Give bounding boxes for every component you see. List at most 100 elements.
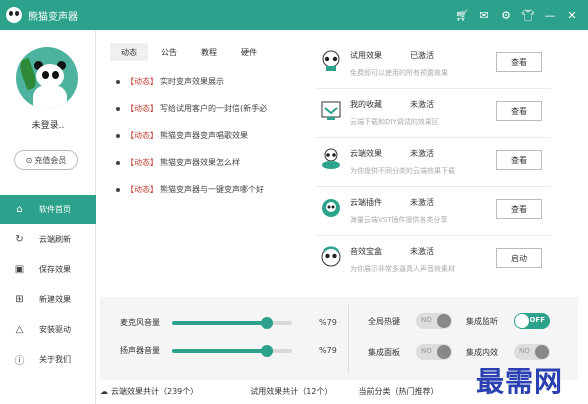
status-bar: ☁ 云端效果共计（239个） 试用效果共计（12个） 当前分类（热门推荐） xyxy=(100,386,464,397)
tab-news[interactable]: 动态 xyxy=(110,43,148,61)
app-title: 熊猫变声器 xyxy=(28,11,78,23)
panda-icon xyxy=(322,50,340,71)
global-hotkey-toggle[interactable]: NO xyxy=(416,313,452,329)
minimize-icon[interactable]: — xyxy=(540,5,560,25)
shop-icon[interactable]: 🛒︎ xyxy=(452,5,472,25)
view-cloud-plugins-button[interactable]: 查看 xyxy=(496,199,542,219)
sidebar-item-about[interactable]: ⓘ 关于我们 xyxy=(0,345,96,374)
view-cloud-effects-button[interactable]: 查看 xyxy=(496,150,542,170)
slider-knob[interactable] xyxy=(260,344,273,357)
watermark-logo: 最需网 xyxy=(476,365,564,398)
list-item[interactable]: 【动态】 实时变声效果展示 xyxy=(116,68,296,95)
sidebar-item-label: 新建效果 xyxy=(39,295,71,304)
mic-volume-slider[interactable] xyxy=(172,316,292,329)
feature-desc: 免费即可以使用的所有预置效果 xyxy=(350,69,448,77)
feature-name: 试用效果 xyxy=(350,51,382,60)
monitor-toggle-row: 集成监听 OFF xyxy=(466,313,550,329)
toggle-label: 集成监听 xyxy=(466,316,498,326)
feature-row-cloud-effects: 云端效果 未激活 为你提供不同分类的云端效果下载 查看 xyxy=(315,138,551,187)
news-text: 实时变声效果展示 xyxy=(160,77,224,86)
news-tag: 【动态】 xyxy=(126,131,158,140)
toggle-label: 集成面板 xyxy=(368,347,400,357)
current-category: 当前分类（热门推荐） xyxy=(358,387,439,396)
speaker-volume-slider[interactable] xyxy=(172,344,292,357)
speaker-volume-label: 扬声器音量 xyxy=(120,346,160,355)
sidebar-item-save-effect[interactable]: ▣ 保存效果 xyxy=(0,255,96,284)
list-item[interactable]: 【动态】 熊猫变声器效果怎么样 xyxy=(116,149,296,176)
tab-announcements[interactable]: 公告 xyxy=(150,43,188,61)
toggle-state: OFF xyxy=(529,316,545,324)
toggle-label: 全局热键 xyxy=(368,316,400,326)
vip-button[interactable]: ⊙ 充值会员 xyxy=(14,150,78,170)
panda-head xyxy=(36,64,64,88)
trial-effect-count: 试用效果共计（12个） xyxy=(250,387,333,396)
feedback-icon[interactable]: ✉︎ xyxy=(474,5,494,25)
feature-name: 云端效果 xyxy=(350,149,382,158)
feature-row-cloud-plugins: 云端插件 未激活 海量云端VST插件提供各类分享 查看 xyxy=(315,187,551,236)
mic-volume-row: 麦克风音量 %79 xyxy=(120,316,337,329)
feature-status: 已激活 xyxy=(410,51,434,60)
skin-icon[interactable]: 👕︎ xyxy=(518,5,538,25)
list-item[interactable]: 【动态】 写给试用客户的一封信(新手必 xyxy=(116,95,296,122)
list-item[interactable]: 【动态】 熊猫变声器与一键变声哪个好 xyxy=(116,176,296,203)
news-text: 熊猫变声器效果怎么样 xyxy=(160,158,240,167)
cloud-effect-count: ☁ 云端效果共计（239个） xyxy=(100,386,224,397)
toggle-knob xyxy=(535,345,549,359)
feature-status: 未激活 xyxy=(410,149,434,158)
launch-soundbox-button[interactable]: 启动 xyxy=(496,248,542,268)
news-text: 熊猫变声器变声唱歌效果 xyxy=(160,131,248,140)
news-text: 熊猫变声器与一键变声哪个好 xyxy=(160,185,264,194)
cloud-small-icon: ☁ xyxy=(100,387,108,396)
sidebar-item-home[interactable]: ⌂ 软件首页 xyxy=(0,195,96,224)
feature-name: 我的收藏 xyxy=(350,100,382,109)
panel-toggle-row: 集成面板 NO xyxy=(368,344,452,360)
integrated-panel-toggle[interactable]: NO xyxy=(416,344,452,360)
toggle-state: NO xyxy=(421,316,432,324)
tab-tutorials[interactable]: 教程 xyxy=(190,43,228,61)
sidebar-item-label: 关于我们 xyxy=(39,355,71,364)
feature-desc: 为你展示非常多逼真人声音效素材 xyxy=(350,265,455,273)
feature-row-favorites: 我的收藏 未激活 云端下载和DIY调试的效果区 查看 xyxy=(315,89,551,138)
new-icon: ⊞ xyxy=(15,294,24,305)
drive-icon: △ xyxy=(15,324,24,335)
slider-fill xyxy=(172,348,267,353)
mic-volume-value: %79 xyxy=(319,318,337,327)
sidebar-item-cloud-refresh[interactable]: ↻ 云端刷新 xyxy=(0,225,96,254)
slider-fill xyxy=(172,320,267,325)
sidebar-item-install-driver[interactable]: △ 安装驱动 xyxy=(0,315,96,344)
integrated-monitor-toggle[interactable]: OFF xyxy=(514,313,550,329)
mic-volume-label: 麦克风音量 xyxy=(120,318,160,327)
avatar[interactable] xyxy=(16,47,78,109)
sidebar-item-new-effect[interactable]: ⊞ 新建效果 xyxy=(0,285,96,314)
list-item[interactable]: 【动态】 熊猫变声器变声唱歌效果 xyxy=(116,122,296,149)
about-icon: ⓘ xyxy=(14,356,25,367)
news-tag: 【动态】 xyxy=(126,104,158,113)
news-list: 【动态】 实时变声效果展示 【动态】 写给试用客户的一封信(新手必 【动态】 熊… xyxy=(116,68,296,203)
panda-eye xyxy=(52,71,59,79)
panda-eye xyxy=(42,71,49,79)
view-favorites-button[interactable]: 查看 xyxy=(496,101,542,121)
title-bar: 熊猫变声器 🛒︎ ✉︎ ⚙︎ 👕︎ — ✕ xyxy=(0,0,588,30)
settings-icon[interactable]: ⚙︎ xyxy=(496,5,516,25)
cloud-icon xyxy=(322,148,340,169)
tab-hardware[interactable]: 硬件 xyxy=(230,43,268,61)
bullet xyxy=(116,160,120,165)
close-icon[interactable]: ✕ xyxy=(562,5,582,25)
sidebar-item-label: 保存效果 xyxy=(39,265,71,274)
feature-status: 未激活 xyxy=(410,247,434,256)
feature-desc: 为你提供不同分类的云端效果下载 xyxy=(350,167,455,175)
view-trial-button[interactable]: 查看 xyxy=(496,52,542,72)
news-tabs: 动态 公告 教程 硬件 xyxy=(110,43,268,61)
favorites-icon xyxy=(321,101,341,120)
login-status[interactable]: 未登录.. xyxy=(0,118,96,131)
speaker-volume-row: 扬声器音量 %79 xyxy=(120,344,337,357)
feature-name: 云端插件 xyxy=(350,198,382,207)
slider-knob[interactable] xyxy=(260,316,273,329)
feature-row-trial: 试用效果 已激活 免费即可以使用的所有预置效果 查看 xyxy=(315,40,551,89)
vip-label: 充值会员 xyxy=(34,155,67,165)
integrated-internal-effect-toggle[interactable]: NO xyxy=(514,344,550,360)
feature-desc: 海量云端VST插件提供各类分享 xyxy=(350,216,448,224)
bullet xyxy=(116,106,120,111)
feature-status: 未激活 xyxy=(410,100,434,109)
divider xyxy=(348,305,349,373)
